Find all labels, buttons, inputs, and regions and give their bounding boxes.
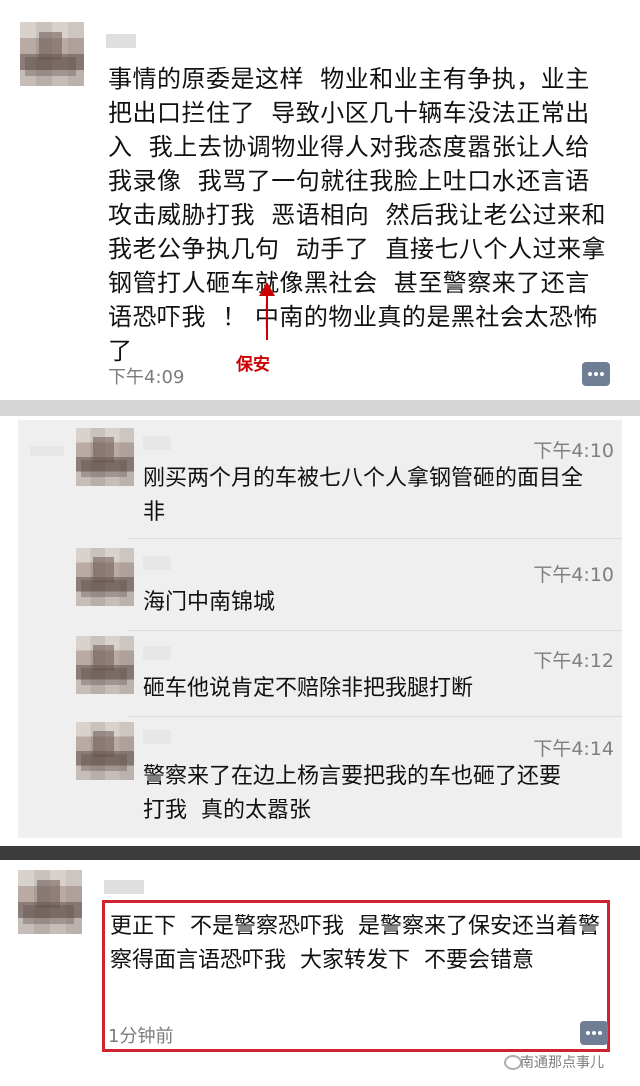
comment-username-blurred[interactable]	[143, 646, 171, 660]
comment-text: 砸车他说肯定不赔除非把我腿打断	[143, 676, 474, 701]
section-divider	[0, 400, 640, 416]
comment-time: 下午4:10	[533, 564, 614, 586]
comment-avatar[interactable]	[76, 548, 134, 606]
comment-separator	[128, 630, 622, 631]
post-time: 下午4:09	[108, 367, 185, 388]
comment-separator	[128, 538, 622, 539]
username-blurred[interactable]	[106, 34, 136, 48]
comment-separator	[128, 716, 622, 717]
comment-text: 刚买两个月的车被七八个人拿钢管砸的面目全非	[143, 466, 584, 525]
watermark: 南通那点事儿	[520, 1055, 604, 1071]
post-text: 事情的原委是这样 物业和业主有争执，业主把出口拦住了 导致小区几十辆车没法正常出…	[108, 65, 607, 365]
annotation-label: 保安	[236, 355, 270, 375]
comment-avatar[interactable]	[76, 722, 134, 780]
avatar[interactable]	[20, 22, 84, 86]
comment-text: 海门中南锦城	[143, 590, 276, 615]
comment-avatar[interactable]	[76, 636, 134, 694]
comment-username-blurred[interactable]	[143, 556, 171, 570]
repost-text: 更正下 不是警察恐吓我 是警察来了保安还当着警察得面言语恐吓我 大家转发下 不要…	[110, 914, 600, 973]
comment-time: 下午4:14	[533, 738, 614, 760]
annotation-arrow	[266, 290, 268, 340]
repost-time: 1分钟前	[108, 1026, 174, 1047]
section-divider	[0, 846, 640, 860]
comment-time: 下午4:12	[533, 650, 614, 672]
comment-username-blurred[interactable]	[30, 446, 64, 456]
comment-avatar[interactable]	[76, 428, 134, 486]
comment-username-blurred[interactable]	[143, 730, 171, 744]
username-blurred[interactable]	[104, 880, 144, 894]
comment-icon[interactable]	[580, 1021, 608, 1045]
avatar[interactable]	[18, 870, 82, 934]
comment-icon[interactable]	[582, 362, 610, 386]
comment-text: 警察来了在边上杨言要把我的车也砸了还要打我 真的太嚣张	[143, 764, 562, 823]
comment-username-blurred[interactable]	[143, 436, 171, 450]
comment-time: 下午4:10	[533, 440, 614, 462]
